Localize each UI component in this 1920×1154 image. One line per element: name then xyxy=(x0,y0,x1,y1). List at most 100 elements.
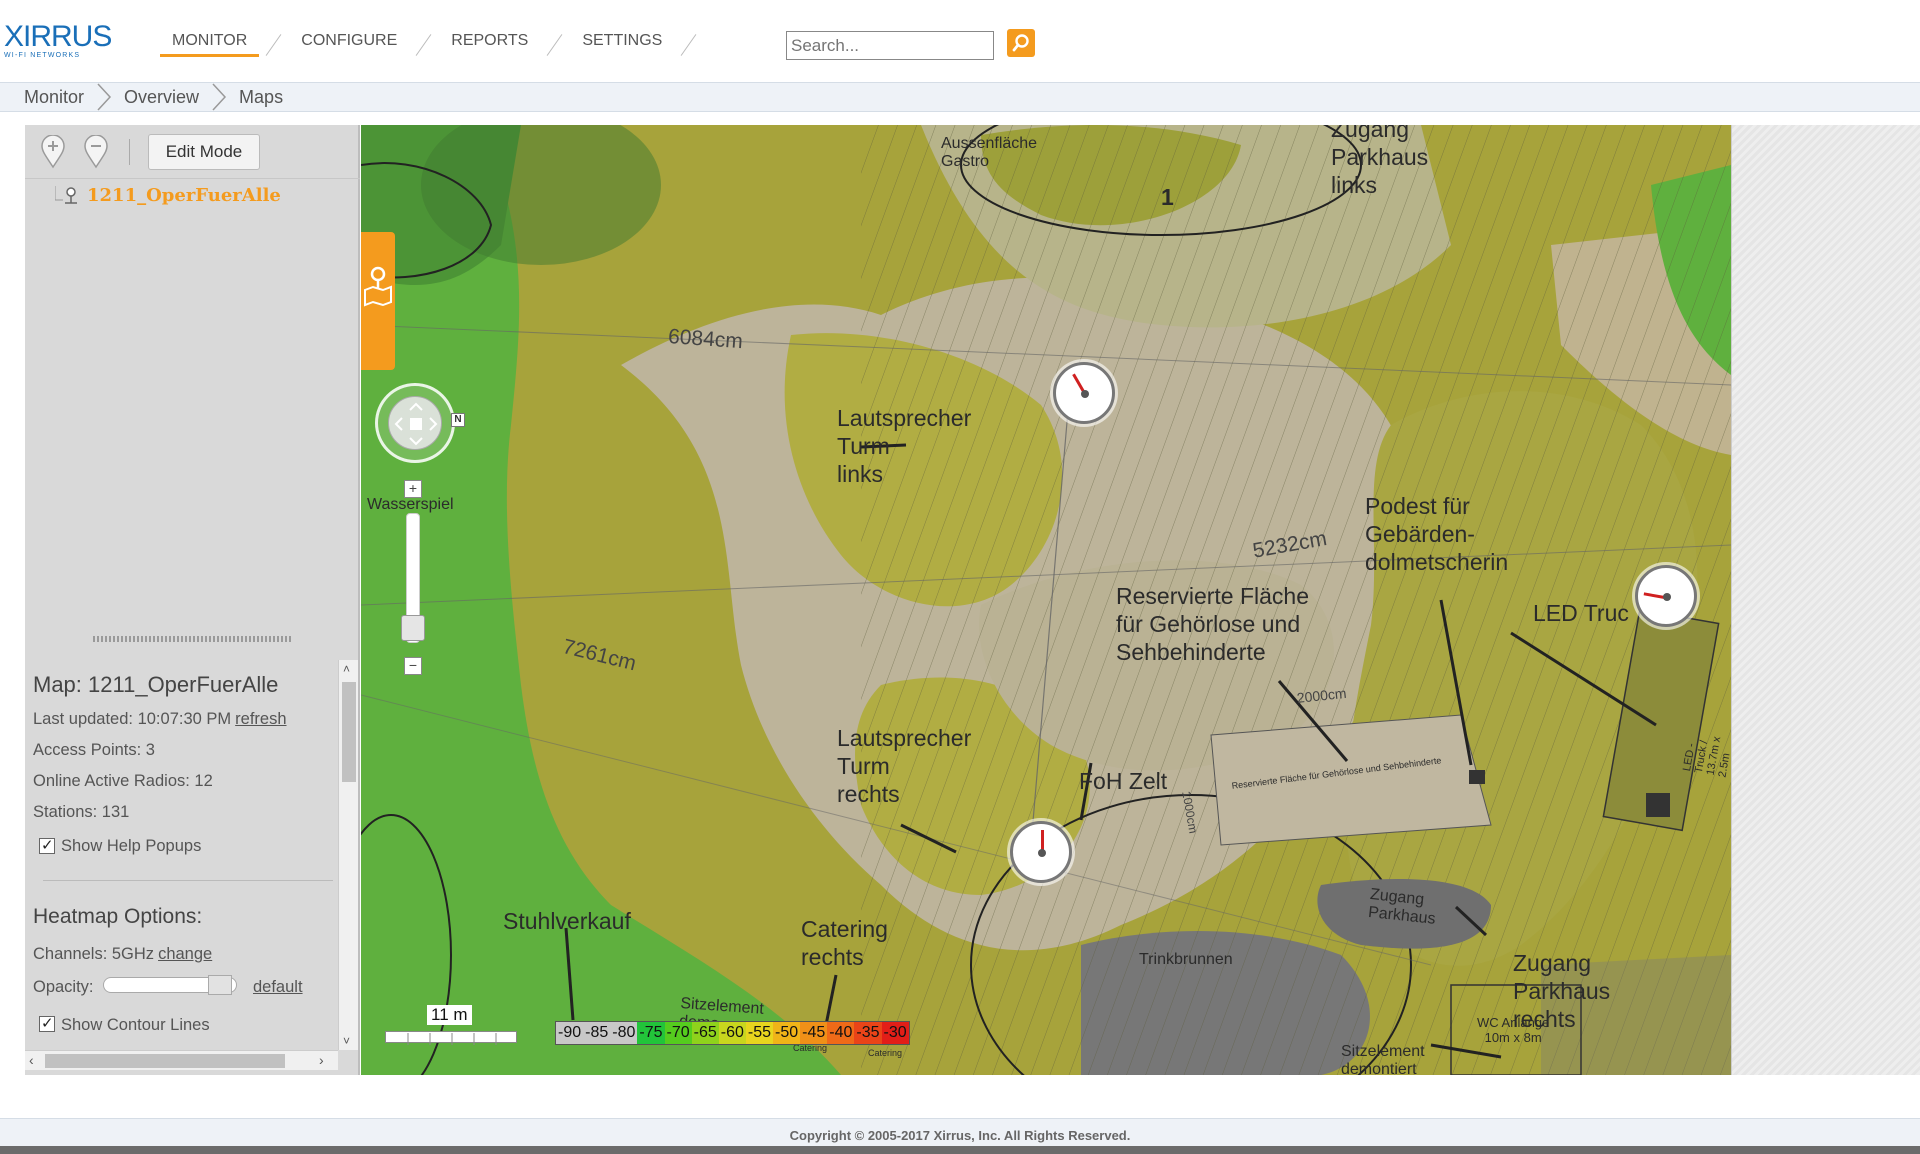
scroll-left-icon[interactable]: ‹ xyxy=(29,1052,34,1068)
last-updated-text: Last updated: 10:07:30 PM xyxy=(33,710,232,728)
map-right-margin xyxy=(1731,125,1920,1075)
map-marker-icon xyxy=(364,266,392,307)
opacity-label: Opacity: xyxy=(33,978,94,996)
last-updated: Last updated: 10:07:30 PM refresh xyxy=(33,710,287,729)
legend-cell: -85 xyxy=(583,1022,611,1044)
bottom-strip xyxy=(0,1146,1920,1154)
footer: Copyright © 2005-2017 Xirrus, Inc. All R… xyxy=(0,1118,1920,1146)
label-zugang-parkhaus-box: Zugang Parkhaus xyxy=(1367,886,1437,928)
logo-text: XIRRUS xyxy=(4,20,112,53)
pan-control-center[interactable] xyxy=(388,396,442,450)
info-vertical-scrollbar[interactable]: ˄ ˅ xyxy=(338,660,358,1050)
show-contour-lines-checkbox[interactable] xyxy=(39,1014,55,1032)
show-contour-lines-label: Show Contour Lines xyxy=(61,1016,210,1034)
scroll-down-icon[interactable]: ˅ xyxy=(343,1034,350,1048)
label-catering-rechts: Catering rechts xyxy=(801,916,888,970)
edit-mode-button[interactable]: Edit Mode xyxy=(148,134,260,170)
nav-settings[interactable]: SETTINGS xyxy=(570,30,674,54)
show-help-popups-checkbox[interactable] xyxy=(39,836,55,854)
tree-item-label: 1211_OperFuerAlle xyxy=(87,185,281,206)
nav-monitor[interactable]: MONITOR xyxy=(160,30,260,57)
legend-cell: -75 xyxy=(637,1022,665,1044)
search-button[interactable] xyxy=(1007,29,1035,57)
main-nav: MONITOR CONFIGURE REPORTS SETTINGS xyxy=(160,30,704,57)
legend-cell: -55 xyxy=(745,1022,773,1044)
scale-bar xyxy=(385,1031,517,1045)
info-horizontal-scrollbar[interactable]: ‹ › xyxy=(25,1050,338,1070)
ap-lautsprecher-links[interactable] xyxy=(1053,362,1115,424)
logo-subtext: WI-FI NETWORKS xyxy=(4,52,81,59)
stations-count: Stations: 131 xyxy=(33,803,130,821)
breadcrumb-overview[interactable]: Overview xyxy=(124,87,199,108)
ap-hub xyxy=(1081,390,1089,398)
map-layer-tab[interactable] xyxy=(361,232,395,370)
scroll-up-icon[interactable]: ˄ xyxy=(343,662,350,676)
access-points-count: Access Points: 3 xyxy=(33,741,155,759)
scrollbar-thumb[interactable] xyxy=(45,1054,285,1068)
label-zugang-links: Zugang Parkhaus links xyxy=(1331,125,1429,198)
default-link-text: default xyxy=(253,978,303,996)
toolbar-divider xyxy=(129,139,130,165)
search-icon xyxy=(1012,34,1029,52)
nav-separator xyxy=(409,30,439,56)
nav-configure[interactable]: CONFIGURE xyxy=(289,30,409,54)
legend-cell: -90 xyxy=(556,1022,584,1044)
panel-toolbar: Edit Mode xyxy=(25,125,360,179)
map-info-title: Map: 1211_OperFuerAlle xyxy=(33,672,279,697)
ap-hub xyxy=(1038,849,1046,857)
nav-reports[interactable]: REPORTS xyxy=(439,30,540,54)
scrollbar-thumb[interactable] xyxy=(342,682,356,782)
channels-text: Channels: 5GHz xyxy=(33,945,155,963)
ap-lautsprecher-rechts[interactable] xyxy=(1010,821,1072,883)
label-aussenflaeche: Aussenfläche Gastro xyxy=(941,135,1038,170)
opacity-default-link[interactable]: default xyxy=(253,978,303,997)
legend-cell: -35 xyxy=(854,1022,882,1044)
heatmap-options-title: Heatmap Options: xyxy=(33,905,203,928)
tree-item-map[interactable]: 1211_OperFuerAlle xyxy=(55,185,281,206)
map-pin-icon xyxy=(55,185,77,204)
label-reservierte: Reservierte Fläche für Gehörlose und Seh… xyxy=(1116,583,1310,665)
chevron-right-icon xyxy=(97,83,112,111)
legend-cell: -40 xyxy=(827,1022,855,1044)
pin-add-icon xyxy=(41,134,65,169)
channels-line: Channels: 5GHz change xyxy=(33,945,212,964)
panel-splitter[interactable] xyxy=(93,636,293,642)
change-channels-link[interactable]: change xyxy=(158,945,212,963)
opacity-slider[interactable] xyxy=(103,975,237,995)
label-stuhlverkauf: Stuhlverkauf xyxy=(503,908,631,934)
pan-arrows-icon xyxy=(394,402,438,446)
label-podest: Podest für Gebärden- dolmetscherin xyxy=(1365,493,1509,575)
remove-pin-button[interactable] xyxy=(82,134,110,169)
zoom-slider-thumb[interactable] xyxy=(401,615,425,641)
label-sitzelement-right: Sitzelement demontiert xyxy=(1341,1043,1425,1075)
signal-strength-legend: -90 -85 -80 -75 -70 -65 -60 -55 -50 -45 -40 -35 -30 xyxy=(555,1021,910,1045)
xirrus-logo[interactable]: XIRRUS WI-FI NETWORKS xyxy=(4,20,112,60)
legend-cell: -70 xyxy=(664,1022,692,1044)
heatmap-canvas[interactable]: Aussenfläche Gastro Zugang Parkhaus link… xyxy=(361,125,1731,1075)
add-pin-button[interactable] xyxy=(39,134,67,169)
legend-cell: -50 xyxy=(773,1022,801,1044)
refresh-link[interactable]: refresh xyxy=(235,710,286,728)
nav-separator xyxy=(259,30,289,56)
breadcrumb-monitor[interactable]: Monitor xyxy=(24,87,84,108)
pan-control[interactable] xyxy=(375,383,455,463)
zoom-in-button[interactable]: + xyxy=(404,480,422,498)
label-led-truck: LED Truc xyxy=(1533,600,1629,626)
label-wasserspiel: Wasserspiel xyxy=(367,496,454,513)
ap-led-truck[interactable] xyxy=(1635,565,1697,627)
opacity-slider-thumb[interactable] xyxy=(208,975,232,995)
label-foh-zelt: FoH Zelt xyxy=(1079,768,1168,794)
legend-cell: -30 xyxy=(881,1022,909,1044)
nav-separator xyxy=(540,30,570,56)
show-help-popups-label: Show Help Popups xyxy=(61,837,202,855)
zoom-out-button[interactable]: − xyxy=(404,657,422,675)
pin-remove-icon xyxy=(84,134,108,169)
breadcrumb-maps: Maps xyxy=(239,86,284,107)
map-tree-panel: Edit Mode 1211_OperFuerAlle Map: 1211_Op… xyxy=(25,125,360,1075)
search-input[interactable] xyxy=(786,31,994,60)
scroll-right-icon[interactable]: › xyxy=(319,1052,324,1068)
info-divider xyxy=(43,880,333,881)
label-trinkbrunnen: Trinkbrunnen xyxy=(1139,951,1233,968)
legend-cell: -60 xyxy=(718,1022,746,1044)
label-led-truck-vertical: LED - Truck / 13.7m x 2.5m xyxy=(1681,735,1731,779)
